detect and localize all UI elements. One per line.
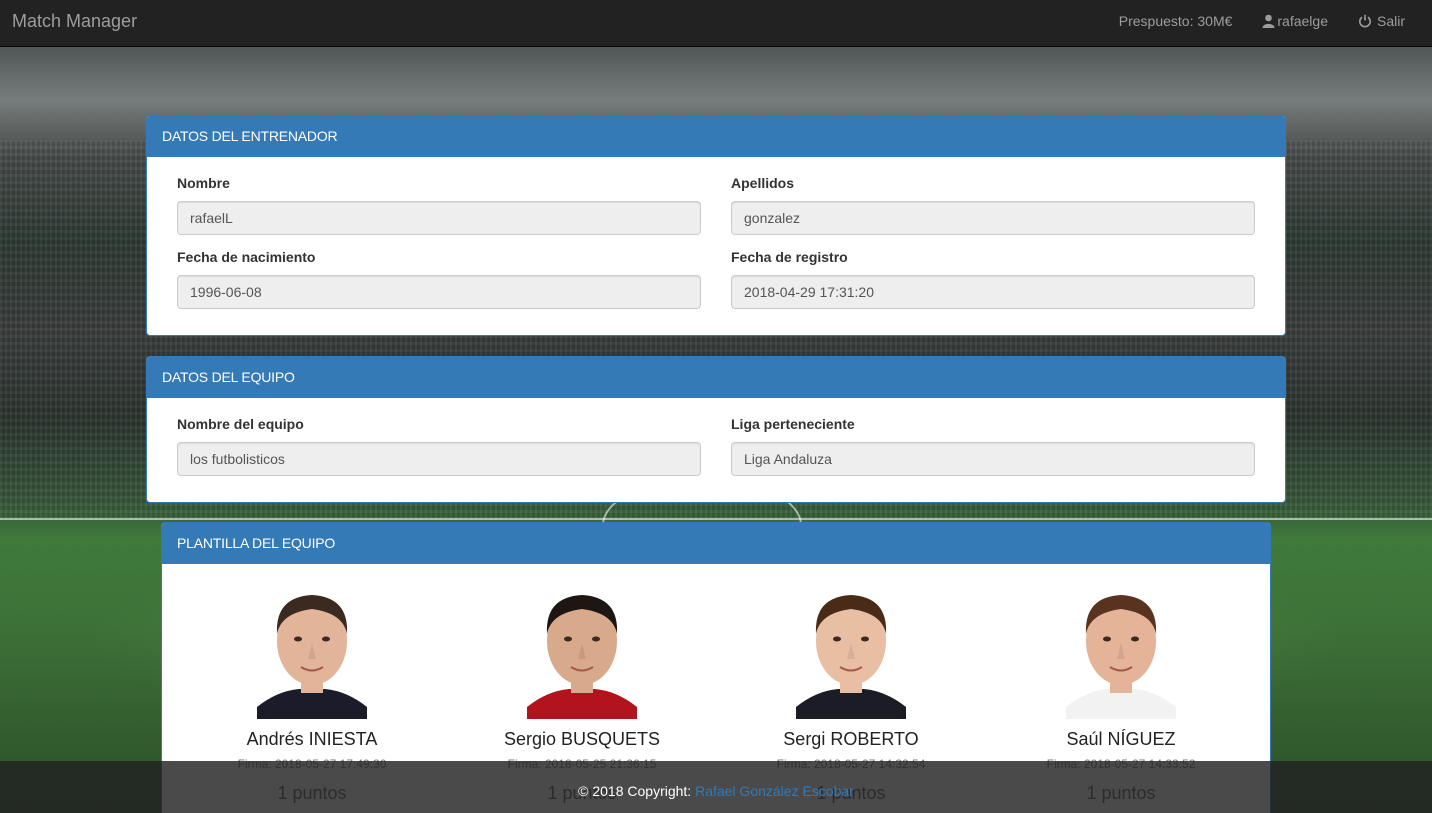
nacimiento-input[interactable]: 1996-06-08 xyxy=(177,275,701,309)
coach-panel: DATOS DEL ENTRENADOR Nombre rafaelL Apel… xyxy=(146,115,1286,336)
brand-link[interactable]: Match Manager xyxy=(12,11,137,32)
team-panel-title: DATOS DEL EQUIPO xyxy=(147,357,1285,398)
equipo-input[interactable]: los futbolisticos xyxy=(177,442,701,476)
player-name: Saúl NÍGUEZ xyxy=(1066,729,1176,749)
logout-link[interactable]: Salir xyxy=(1358,13,1405,29)
nombre-input[interactable]: rafaelL xyxy=(177,201,701,235)
liga-field: Liga perteneciente Liga Andaluza xyxy=(731,416,1255,476)
budget-display: Prespuesto: 30M€ xyxy=(1119,13,1233,29)
registro-field: Fecha de registro 2018-04-29 17:31:20 xyxy=(731,249,1255,309)
apellidos-label: Apellidos xyxy=(731,175,795,191)
equipo-field: Nombre del equipo los futbolisticos xyxy=(177,416,701,476)
registro-input[interactable]: 2018-04-29 17:31:20 xyxy=(731,275,1255,309)
navbar-right: Prespuesto: 30M€ rafaelge Salir xyxy=(1119,13,1405,29)
logout-text: Salir xyxy=(1376,13,1405,29)
nombre-field: Nombre rafaelL xyxy=(177,175,701,235)
apellidos-input[interactable]: gonzalez xyxy=(731,201,1255,235)
apellidos-field: Apellidos gonzalez xyxy=(731,175,1255,235)
power-icon xyxy=(1358,14,1372,28)
team-panel: DATOS DEL EQUIPO Nombre del equipo los f… xyxy=(146,356,1286,503)
user-icon xyxy=(1262,14,1275,28)
top-navbar: Match Manager Prespuesto: 30M€ rafaelge … xyxy=(0,0,1432,47)
nombre-label: Nombre xyxy=(177,175,230,191)
player-name: Andrés INIESTA xyxy=(246,729,378,749)
nacimiento-label: Fecha de nacimiento xyxy=(177,249,316,265)
player-photo xyxy=(527,595,637,719)
player-name: Sergio BUSQUETS xyxy=(503,729,661,749)
copyright-text: © 2018 Copyright: xyxy=(578,783,692,799)
player-photo xyxy=(1066,595,1176,719)
username-text: rafaelge xyxy=(1277,13,1328,29)
nacimiento-field: Fecha de nacimiento 1996-06-08 xyxy=(177,249,701,309)
equipo-label: Nombre del equipo xyxy=(177,416,304,432)
squad-panel-title: PLANTILLA DEL EQUIPO xyxy=(162,523,1270,564)
player-name: Sergi ROBERTO xyxy=(783,729,919,749)
coach-panel-title: DATOS DEL ENTRENADOR xyxy=(147,116,1285,157)
registro-label: Fecha de registro xyxy=(731,249,848,265)
player-photo xyxy=(257,595,367,719)
author-link[interactable]: Rafael González Escobar xyxy=(695,783,854,799)
user-link[interactable]: rafaelge xyxy=(1262,13,1328,29)
budget-text: Prespuesto: 30M€ xyxy=(1118,13,1233,29)
pitch-halfway-line xyxy=(0,518,1432,520)
footer: © 2018 Copyright: Rafael González Escoba… xyxy=(0,761,1432,813)
player-photo xyxy=(796,595,906,719)
liga-input[interactable]: Liga Andaluza xyxy=(731,442,1255,476)
liga-label: Liga perteneciente xyxy=(731,416,855,432)
